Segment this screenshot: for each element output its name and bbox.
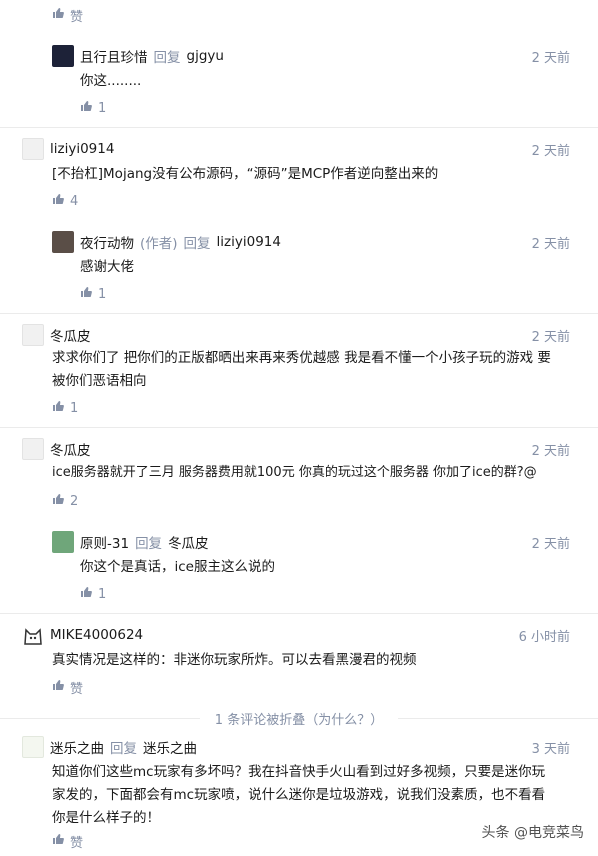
like-button[interactable]: 赞 — [52, 678, 84, 697]
like-button[interactable]: 1 — [80, 285, 106, 303]
like-label: 赞 — [70, 9, 84, 25]
like-count: 1 — [98, 586, 107, 602]
divider — [0, 613, 598, 614]
comment-text: 感谢大佬 — [80, 259, 134, 275]
comment-text-line: 被你们恶语相向 — [52, 373, 147, 389]
like-button[interactable]: 1 — [80, 99, 106, 117]
avatar[interactable] — [22, 624, 44, 646]
collapsed-comments-notice[interactable]: 1 条评论被折叠（为什么？） — [0, 708, 598, 728]
like-label: 赞 — [70, 681, 84, 697]
divider — [0, 427, 598, 428]
like-button[interactable]: 4 — [52, 192, 78, 210]
comment-list: 赞 且行且珍惜 回复 gjgyu 2 天前 你这........ 1 liziy… — [0, 0, 598, 856]
timestamp: 2 天前 — [531, 537, 570, 552]
reply-word: 回复 — [183, 236, 211, 252]
comment-text-line: 求求你们了 把你们的正版都晒出来再来秀优越感 我是看不懂一个小孩子玩的游戏 要 — [52, 350, 551, 366]
comment-header: 迷乐之曲 回复 迷乐之曲 — [22, 736, 197, 758]
reply-word: 回复 — [153, 50, 181, 66]
comment-header: 冬瓜皮 — [22, 324, 91, 346]
like-button[interactable]: 1 — [52, 399, 78, 417]
comment-header: 原则-31 回复 冬瓜皮 — [52, 531, 209, 553]
comment-text: [不抬杠]Mojang没有公布源码，“源码”是MCP作者逆向整出来的 — [52, 166, 439, 182]
reply-target[interactable]: 迷乐之曲 — [143, 737, 197, 757]
timestamp: 2 天前 — [531, 444, 570, 459]
cat-avatar-icon — [24, 628, 42, 645]
comment-text: 你这个是真话，ice服主这么说的 — [80, 559, 275, 575]
comment-text-line: 知道你们这些mc玩家有多坏吗？我在抖音快手火山看到过好多视频，只要是迷你玩 — [52, 764, 546, 780]
thumbs-up-icon — [52, 400, 64, 416]
thumbs-up-icon — [80, 586, 92, 602]
thumbs-up-icon — [52, 7, 64, 23]
divider — [0, 127, 598, 128]
username[interactable]: liziyi0914 — [50, 141, 114, 157]
like-count: 2 — [70, 493, 79, 509]
avatar[interactable] — [22, 324, 44, 346]
like-count: 1 — [70, 400, 79, 416]
like-button[interactable]: 2 — [52, 492, 78, 510]
like-count: 1 — [98, 286, 107, 302]
like-count: 4 — [70, 193, 79, 209]
comment-text-line: 家发的，下面都会有mc玩家喷，说什么迷你是垃圾游戏，说我们没素质，也不看看 — [52, 787, 546, 803]
reply-word: 回复 — [135, 536, 163, 552]
username[interactable]: 迷乐之曲 — [50, 737, 104, 757]
timestamp: 6 小时前 — [518, 630, 570, 645]
like-count: 1 — [98, 100, 107, 116]
thumbs-up-icon — [52, 493, 64, 509]
comment-header: MIKE4000624 — [22, 624, 143, 646]
avatar[interactable] — [22, 438, 44, 460]
comment-header: 夜行动物 (作者) 回复 liziyi0914 — [52, 231, 281, 253]
comment-header: 且行且珍惜 回复 gjgyu — [52, 45, 224, 67]
thumbs-up-icon — [52, 679, 64, 695]
avatar[interactable] — [22, 736, 44, 758]
comment-header: liziyi0914 — [22, 138, 114, 160]
comment-header: 冬瓜皮 — [22, 438, 91, 460]
collapsed-notice-text[interactable]: 1 条评论被折叠（为什么？） — [215, 709, 383, 728]
avatar[interactable] — [22, 138, 44, 160]
like-button[interactable]: 1 — [80, 585, 106, 603]
thumbs-up-icon — [52, 193, 64, 209]
username[interactable]: MIKE4000624 — [50, 627, 143, 643]
avatar[interactable] — [52, 231, 74, 253]
timestamp: 2 天前 — [531, 237, 570, 252]
comment-text-line: 你是什么样子的！ — [52, 810, 160, 826]
timestamp: 2 天前 — [531, 330, 570, 345]
comment-text: ice服务器就开了三月 服务器费用就100元 你真的玩过这个服务器 你加了ice… — [52, 465, 537, 480]
like-button[interactable]: 赞 — [52, 6, 84, 25]
watermark: 头条 @电竞菜鸟 — [481, 825, 584, 841]
divider — [0, 313, 598, 314]
avatar[interactable] — [52, 531, 74, 553]
like-label: 赞 — [70, 835, 84, 851]
comment-text: 你这........ — [80, 73, 142, 89]
thumbs-up-icon — [80, 286, 92, 302]
thumbs-up-icon — [52, 833, 64, 849]
thumbs-up-icon — [80, 100, 92, 116]
reply-target[interactable]: 冬瓜皮 — [168, 532, 209, 552]
like-button[interactable]: 赞 — [52, 832, 84, 851]
username[interactable]: 原则-31 — [80, 532, 129, 552]
username[interactable]: 冬瓜皮 — [50, 439, 91, 459]
timestamp: 2 天前 — [531, 51, 570, 66]
timestamp: 3 天前 — [531, 742, 570, 757]
username[interactable]: 冬瓜皮 — [50, 325, 91, 345]
username[interactable]: 且行且珍惜 — [80, 46, 148, 66]
reply-target[interactable]: gjgyu — [187, 48, 224, 64]
timestamp: 2 天前 — [531, 144, 570, 159]
avatar[interactable] — [52, 45, 74, 67]
author-tag: (作者) — [140, 236, 178, 252]
reply-target[interactable]: liziyi0914 — [217, 234, 281, 250]
reply-word: 回复 — [110, 741, 137, 757]
username[interactable]: 夜行动物 — [80, 232, 134, 252]
comment-text: 真实情况是这样的：非迷你玩家所炸。可以去看黑漫君的视频 — [52, 652, 417, 668]
